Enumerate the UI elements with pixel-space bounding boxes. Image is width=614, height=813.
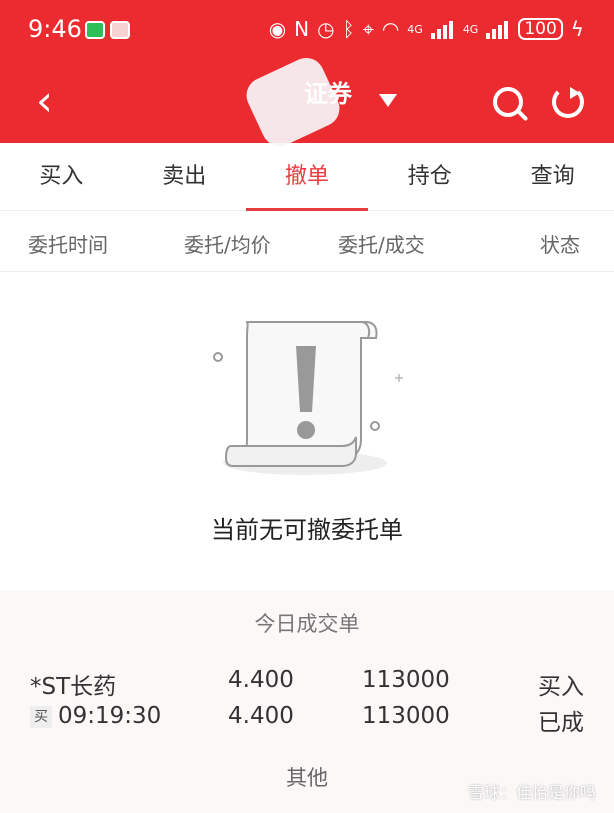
- stock-name: *ST长药: [30, 674, 117, 700]
- today-trades-section: 今日成交单 *ST长药 4.400 113000 买入 买 09:19:30 4.…: [0, 590, 614, 813]
- dropdown-icon[interactable]: [379, 94, 397, 107]
- column-status: 状态: [540, 233, 580, 257]
- empty-state: 当前无可撤委托单: [0, 272, 614, 590]
- system-status-icons: ◉ N ◷ ᛒ ⌖ ◠ 4G 4G 100 ϟ: [269, 17, 584, 41]
- trade-price: 4.400: [228, 667, 294, 693]
- back-icon[interactable]: ‹: [36, 80, 53, 122]
- tab-buy[interactable]: 买入: [0, 143, 123, 210]
- wifi-icon: ◠: [381, 17, 400, 41]
- tab-positions[interactable]: 持仓: [368, 143, 491, 210]
- buy-badge: 买: [30, 706, 52, 728]
- trade-direction: 买入: [538, 674, 584, 700]
- eye-icon: ◉: [268, 17, 287, 41]
- search-icon[interactable]: [493, 87, 523, 117]
- nfc-icon: N: [294, 17, 310, 41]
- account-title-area[interactable]: 证券: [240, 52, 402, 152]
- network-4g-2: 4G: [462, 22, 479, 36]
- news-icon: [110, 21, 130, 39]
- trading-tabs: 买入 卖出 撤单 持仓 查询: [0, 143, 614, 211]
- trade-time-cell: 买 09:19:30: [30, 703, 161, 729]
- battery-indicator: 100: [518, 18, 563, 40]
- column-order-time: 委托时间: [28, 233, 108, 257]
- watermark: 雪球：佳怡是你吗: [467, 783, 596, 802]
- charging-icon: ϟ: [570, 17, 584, 41]
- column-order-average-price: 委托/均价: [184, 233, 271, 257]
- tab-sell[interactable]: 卖出: [123, 143, 246, 210]
- alarm-icon: ◷: [317, 17, 335, 41]
- filled-quantity: 113000: [362, 703, 450, 729]
- empty-document-icon: [213, 321, 403, 475]
- filled-price: 4.400: [228, 703, 294, 729]
- location-icon: ⌖: [362, 17, 374, 41]
- tab-query[interactable]: 查询: [491, 143, 614, 210]
- page-title: 证券: [304, 80, 352, 108]
- signal-icon-2: [486, 19, 510, 39]
- status-time: 9:46: [28, 15, 82, 43]
- column-order-filled: 委托/成交: [338, 233, 425, 257]
- wechat-icon: [85, 21, 105, 39]
- today-trades-title: 今日成交单: [254, 612, 360, 636]
- tab-cancel-order[interactable]: 撤单: [245, 143, 369, 211]
- status-bar: 9:46 ◉ N ◷ ᛒ ⌖ ◠ 4G 4G 100 ϟ: [0, 0, 614, 62]
- empty-state-message: 当前无可撤委托单: [211, 516, 403, 544]
- signal-icon: [430, 19, 455, 39]
- trade-time: 09:19:30: [58, 703, 162, 729]
- order-column-headers: 委托时间 委托/均价 委托/成交 状态: [0, 212, 614, 272]
- bluetooth-icon: ᛒ: [342, 17, 355, 41]
- app-header: 9:46 ◉ N ◷ ᛒ ⌖ ◠ 4G 4G 100 ϟ ‹ 证券: [0, 0, 614, 152]
- top-navigation: ‹ 证券: [0, 52, 614, 152]
- trade-quantity: 113000: [362, 667, 450, 693]
- refresh-icon[interactable]: [552, 86, 584, 118]
- network-4g-1: 4G: [407, 22, 423, 36]
- trade-status: 已成: [538, 710, 584, 736]
